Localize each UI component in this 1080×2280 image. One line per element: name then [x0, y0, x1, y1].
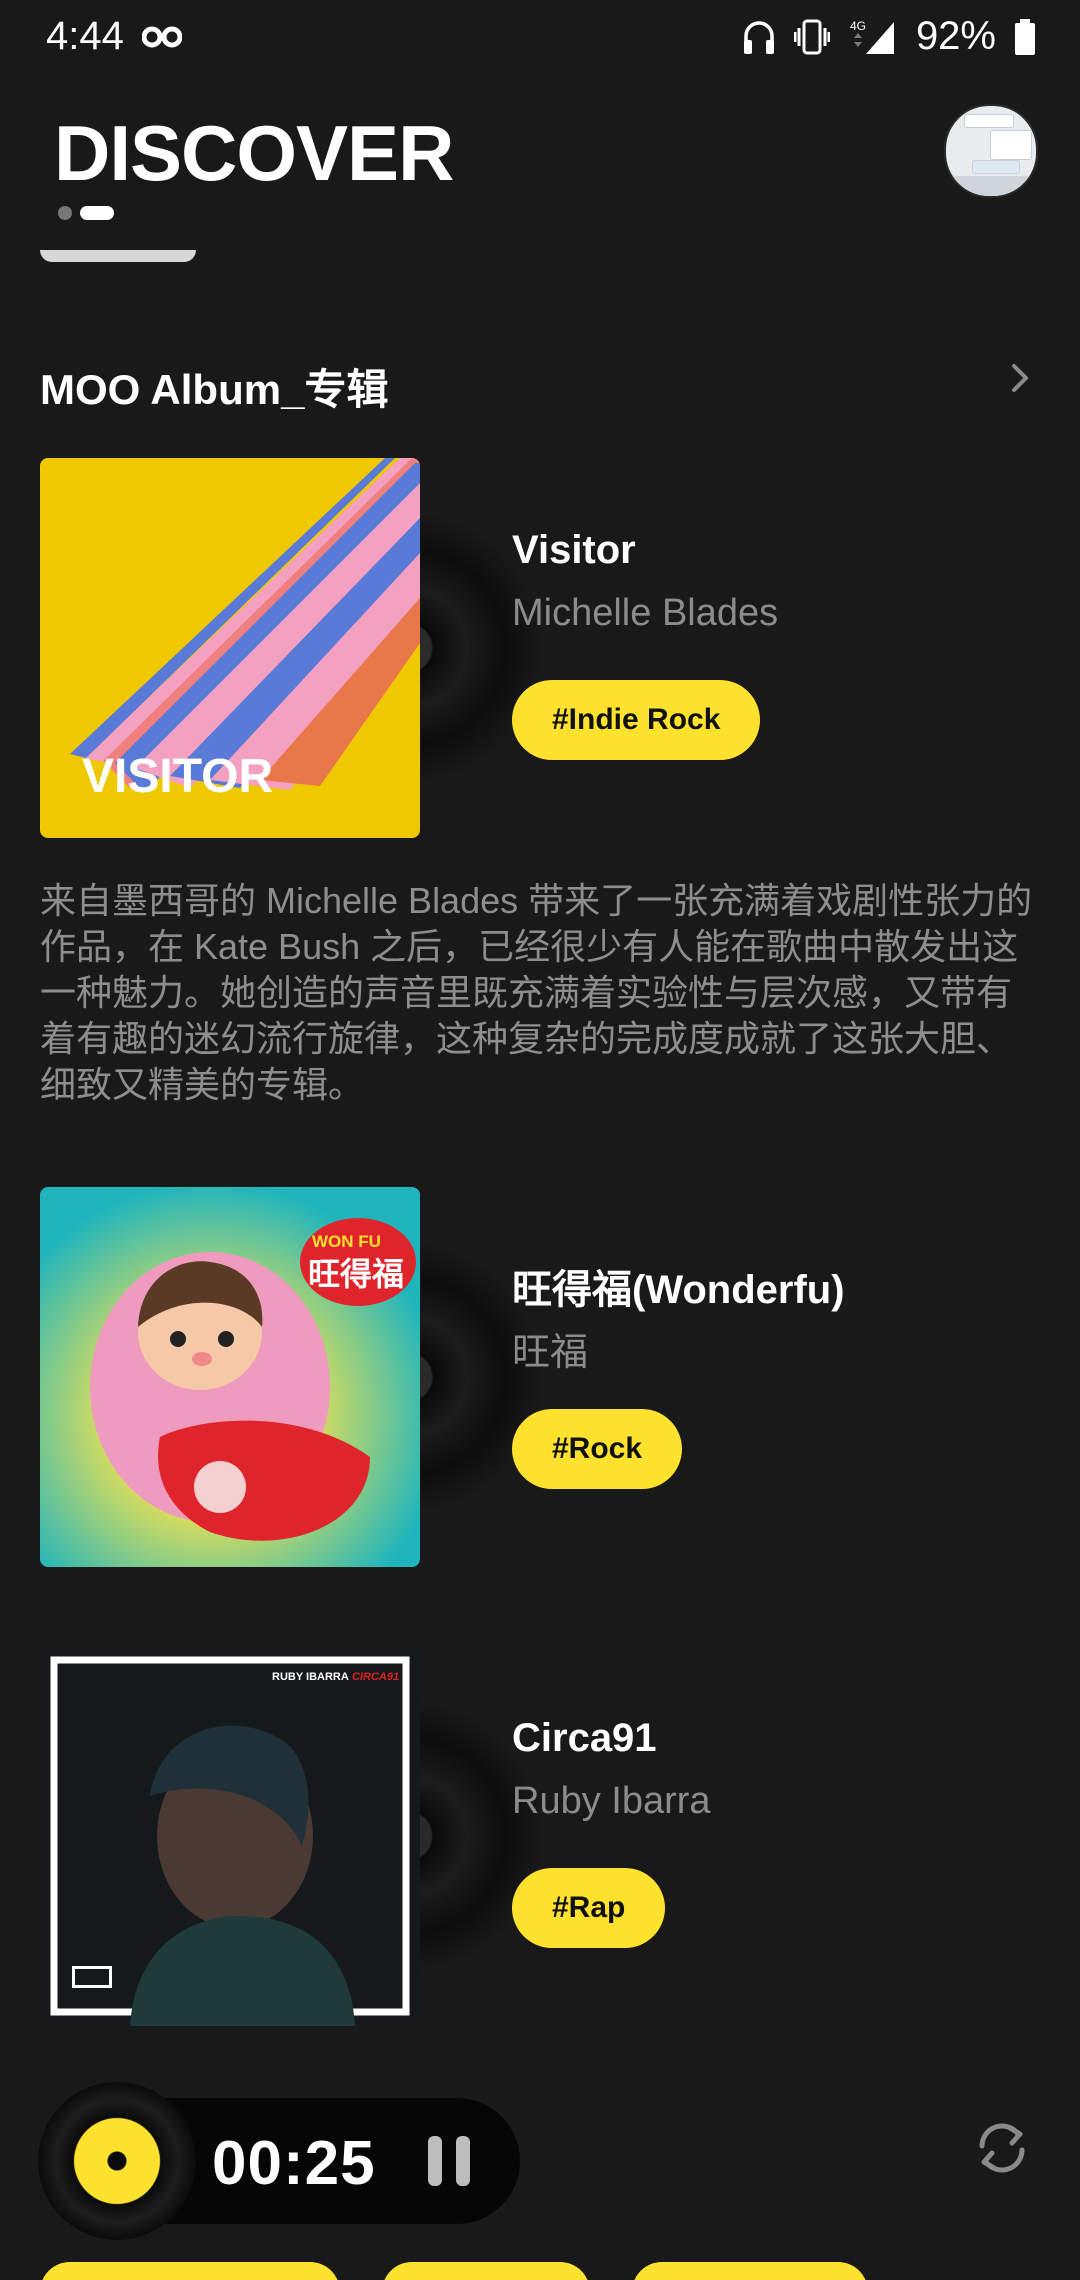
- avatar-image-detail: [964, 114, 1014, 128]
- album-artist: 旺福: [512, 1332, 589, 1374]
- album-cover-art: VISITOR: [70, 458, 420, 803]
- network-label: 4G: [850, 19, 866, 33]
- voicemail-icon: [142, 26, 182, 48]
- album-cover[interactable]: RUBY IBARRA CIRCA91: [40, 1646, 420, 2026]
- album-cover-art: RUBY IBARRA CIRCA91: [50, 1656, 410, 2026]
- album-cover[interactable]: WON FU 旺得福: [40, 1187, 420, 1567]
- vibrate-icon: [793, 19, 830, 54]
- pause-bar: [456, 2136, 470, 2186]
- cover-text: VISITOR: [82, 750, 273, 803]
- discover-screen: 4:44 4G 92% DISCOVER MOO Album_专辑 VISITO…: [0, 0, 1080, 2280]
- chevron-right-icon[interactable]: [1000, 358, 1040, 398]
- player-time: 00:25: [212, 2129, 376, 2198]
- cover-title-text: CIRCA91: [352, 1671, 399, 1683]
- page-dot-active: [80, 206, 114, 220]
- bottom-tag-pill[interactable]: [382, 2262, 590, 2280]
- pause-bar: [428, 2136, 442, 2186]
- genre-tag[interactable]: #Indie Rock: [512, 680, 761, 760]
- cover-text-cn: 旺得福: [308, 1255, 404, 1293]
- player-disc-icon[interactable]: [38, 2082, 196, 2240]
- page-dot: [58, 206, 72, 220]
- avatar-image-detail: [990, 130, 1032, 160]
- genre-tag[interactable]: #Rap: [512, 1868, 666, 1948]
- album-cover-art: WON FU 旺得福: [90, 1218, 416, 1541]
- signal-4g-icon: 4G: [850, 19, 894, 54]
- genre-tag[interactable]: #Rock: [512, 1409, 683, 1489]
- refresh-icon[interactable]: [970, 2116, 1034, 2180]
- bottom-tag-pill[interactable]: [632, 2262, 868, 2280]
- carousel-card-edge[interactable]: [40, 250, 196, 262]
- album-title: 旺得福(Wonderfu): [512, 1268, 845, 1312]
- battery-icon: [1015, 18, 1035, 55]
- album-section-header[interactable]: MOO Album_专辑: [40, 350, 1040, 413]
- avatar-image-detail: [972, 160, 1020, 174]
- cover-text: WON FU: [312, 1232, 381, 1251]
- battery-percent: 92%: [915, 14, 996, 58]
- page-title: DISCOVER: [54, 109, 454, 197]
- pause-button[interactable]: [428, 2136, 472, 2186]
- album-card[interactable]: WON FU 旺得福 旺得福(Wonderfu) 旺福 #Rock: [40, 1187, 1040, 1567]
- section-title: MOO Album_专辑: [40, 366, 389, 413]
- headphones-icon: [743, 20, 774, 54]
- page-indicator: [58, 206, 114, 220]
- cover-artist-text: RUBY IBARRA: [272, 1671, 349, 1683]
- album-card[interactable]: VISITOR Visitor Michelle Blades #Indie R…: [40, 458, 1040, 838]
- album-card[interactable]: RUBY IBARRA CIRCA91 Circa91 Ruby Ibarra …: [40, 1646, 1040, 2026]
- status-bar: 4:44 4G 92%: [0, 0, 1080, 80]
- avatar[interactable]: [944, 104, 1038, 198]
- album-title: Circa91: [512, 1716, 657, 1760]
- status-time: 4:44: [46, 14, 124, 58]
- album-title: Visitor: [512, 528, 636, 572]
- album-artist: Michelle Blades: [512, 592, 779, 634]
- album-cover[interactable]: VISITOR: [40, 458, 420, 838]
- album-artist: Ruby Ibarra: [512, 1780, 711, 1822]
- avatar-image-detail: [950, 176, 1036, 196]
- status-icons: 4G 92%: [742, 14, 1036, 59]
- bottom-tag-pill[interactable]: [40, 2262, 340, 2280]
- album-description: 来自墨西哥的 Michelle Blades 带来了一张充满着戏剧性张力的作品，…: [40, 880, 1033, 1105]
